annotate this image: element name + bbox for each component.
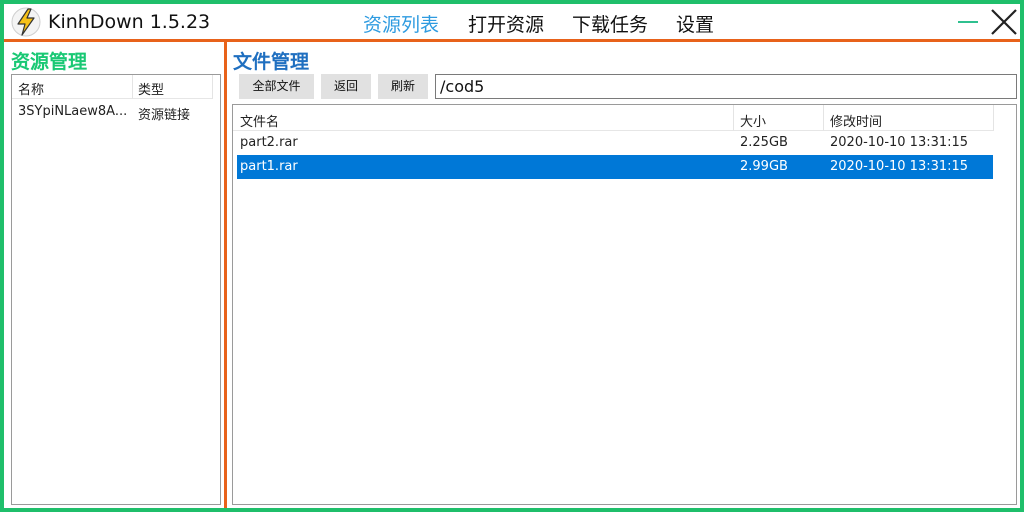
column-header-filename[interactable]: 文件名 xyxy=(240,111,279,130)
resource-panel-title: 资源管理 xyxy=(11,51,88,73)
file-row-part2[interactable]: part2.rar 2.25GB 2020-10-10 13:31:15 xyxy=(237,131,993,155)
nav-settings[interactable]: 设置 xyxy=(676,10,714,36)
column-header-size[interactable]: 大小 xyxy=(740,111,766,130)
file-panel-title: 文件管理 xyxy=(233,51,310,73)
nav-open-resource[interactable]: 打开资源 xyxy=(468,10,544,36)
file-table-header: 文件名 大小 修改时间 xyxy=(233,105,994,131)
file-name: part1.rar xyxy=(240,159,298,174)
file-modified: 2020-10-10 13:31:15 xyxy=(830,159,969,174)
resource-table-header: 名称 类型 xyxy=(12,75,213,99)
resource-name: 3SYpiNLaew8A... xyxy=(18,104,128,119)
title-bar: KinhDown 1.5.23 资源列表 打开资源 下载任务 设置 xyxy=(4,4,1020,40)
refresh-button[interactable]: 刷新 xyxy=(378,74,428,99)
file-size: 2.25GB xyxy=(740,135,788,150)
app-title: KinhDown 1.5.23 xyxy=(48,11,211,33)
file-name: part2.rar xyxy=(240,135,298,150)
path-input[interactable]: /cod5 xyxy=(435,74,1017,99)
column-header-type[interactable]: 类型 xyxy=(138,79,164,98)
back-button[interactable]: 返回 xyxy=(321,74,371,99)
file-row-part1[interactable]: part1.rar 2.99GB 2020-10-10 13:31:15 xyxy=(237,155,993,179)
nav-download-tasks[interactable]: 下载任务 xyxy=(572,10,648,36)
minimize-icon[interactable] xyxy=(956,8,982,34)
column-divider xyxy=(733,105,734,131)
file-size: 2.99GB xyxy=(740,159,788,174)
all-files-button[interactable]: 全部文件 xyxy=(239,74,314,99)
file-modified: 2020-10-10 13:31:15 xyxy=(830,135,969,150)
panel-divider xyxy=(224,42,227,508)
lightning-bolt-icon xyxy=(10,6,42,38)
column-header-modified[interactable]: 修改时间 xyxy=(830,111,882,130)
file-table: 文件名 大小 修改时间 part2.rar 2.25GB 2020-10-10 … xyxy=(232,104,1017,505)
resource-row[interactable]: 3SYpiNLaew8A... 资源链接 xyxy=(12,101,212,123)
column-divider xyxy=(132,75,133,99)
column-divider xyxy=(993,105,994,131)
close-icon[interactable] xyxy=(988,6,1020,38)
resource-type: 资源链接 xyxy=(138,108,191,123)
resource-table: 名称 类型 3SYpiNLaew8A... 资源链接 xyxy=(11,74,221,505)
column-divider xyxy=(212,75,213,99)
nav-resource-list[interactable]: 资源列表 xyxy=(363,10,439,36)
column-divider xyxy=(823,105,824,131)
column-header-name[interactable]: 名称 xyxy=(18,79,44,98)
resource-panel: 资源管理 名称 类型 3SYpiNLaew8A... 资源链接 xyxy=(4,42,224,508)
